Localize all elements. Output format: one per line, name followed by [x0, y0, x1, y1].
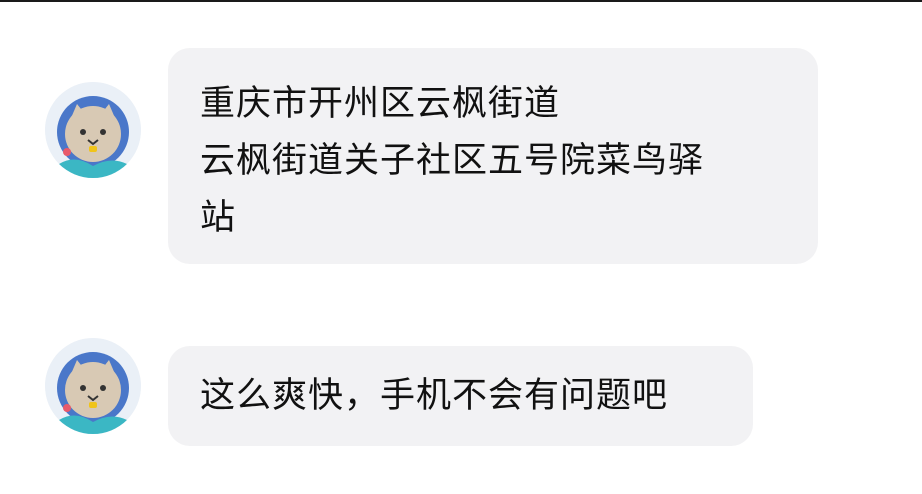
message-bubble[interactable]: 重庆市开州区云枫街道 云枫街道关子社区五号院菜鸟驿 站 — [168, 48, 818, 264]
message-text-line: 站 — [200, 198, 237, 238]
cat-astronaut-avatar-icon — [45, 338, 141, 434]
chat-message: 这么爽快，手机不会有问题吧 — [0, 332, 922, 462]
avatar[interactable] — [45, 338, 141, 434]
message-text-line: 这么爽快，手机不会有问题吧 — [200, 376, 669, 416]
avatar[interactable] — [45, 82, 141, 178]
message-bubble[interactable]: 这么爽快，手机不会有问题吧 — [168, 346, 753, 446]
top-edge-divider — [0, 0, 922, 2]
message-text-line: 重庆市开州区云枫街道 — [200, 84, 561, 124]
message-text-line: 云枫街道关子社区五号院菜鸟驿 — [200, 141, 705, 181]
cat-astronaut-avatar-icon — [45, 82, 141, 178]
chat-message: 重庆市开州区云枫街道 云枫街道关子社区五号院菜鸟驿 站 — [0, 40, 922, 270]
